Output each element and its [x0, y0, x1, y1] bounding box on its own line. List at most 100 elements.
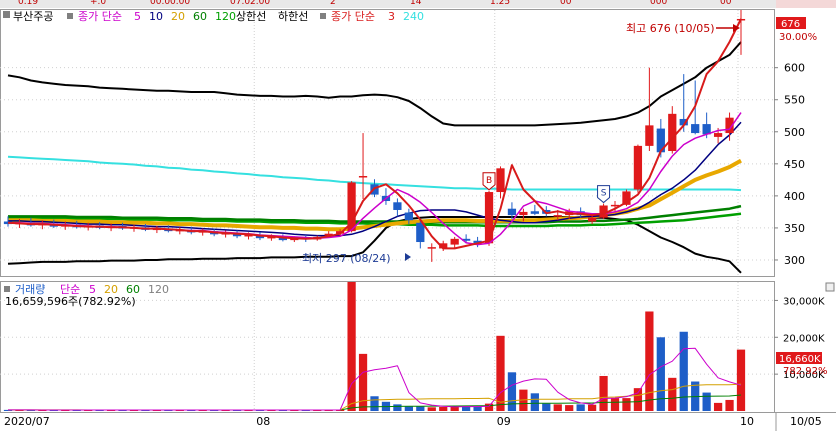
cursor-date: 10/05: [790, 415, 822, 428]
candlestick-chart[interactable]: 0.19+.000.00.0007.02.002141.250000000 12…: [0, 0, 836, 431]
candle-body: [530, 211, 539, 214]
date-label: 10: [740, 415, 754, 428]
volume-bar: [702, 392, 711, 411]
current-volume-badge: 16,660K 782.92%: [776, 352, 828, 377]
volume-bar: [725, 399, 734, 411]
volume-summary: 16,659,596주(782.92%): [5, 295, 136, 308]
volume-bar: [668, 377, 677, 411]
top-strip-value: 0.19: [18, 0, 38, 7]
volume-bar: [576, 404, 585, 411]
current-price-value: 676: [781, 19, 800, 30]
candle-body: [484, 192, 494, 244]
volume-bar: [416, 406, 425, 411]
volume-bar: [484, 403, 494, 411]
ma-period: 5: [134, 10, 141, 23]
high-label: 최고 676 (10/05): [626, 22, 715, 35]
date-label: 08: [256, 415, 270, 428]
price-tick-label: 350: [784, 222, 805, 235]
volume-bar: [599, 375, 608, 411]
candle-body: [645, 125, 654, 146]
legend-marker-icon: [67, 13, 73, 19]
stock-name[interactable]: 부산주공: [13, 10, 53, 23]
ma-group2-label[interactable]: 종가 단순: [331, 10, 375, 23]
candle-body: [496, 168, 505, 193]
price-tick-label: 400: [784, 190, 805, 203]
volume-tick-label: 30,000K: [783, 296, 825, 307]
ma-period: 240: [403, 10, 424, 23]
volume-bar: [622, 398, 631, 411]
volume-bar: [610, 398, 620, 411]
volume-bar: [679, 331, 688, 411]
candle-body: [633, 145, 643, 190]
volume-bar: [565, 405, 574, 411]
ma-period: 20: [171, 10, 185, 23]
price-pct-label: 30.00%: [779, 32, 817, 43]
volume-bar: [713, 402, 723, 411]
price-tick-label: 500: [784, 126, 805, 139]
top-strip-value: 000: [650, 0, 667, 7]
volume-bar: [633, 388, 643, 411]
price-tick-label: 600: [784, 62, 805, 75]
volume-bar: [358, 353, 368, 411]
volume-bar: [473, 406, 482, 411]
upper-limit-label[interactable]: 상한선: [236, 10, 266, 23]
volume-ma-period: 120: [148, 283, 169, 296]
lower-limit-label[interactable]: 하한선: [278, 9, 308, 23]
volume-bar: [370, 396, 379, 411]
buy-signal-label: B: [486, 176, 492, 186]
price-tick-label: 300: [784, 254, 805, 267]
candle-body: [668, 113, 677, 152]
candle-body: [713, 133, 723, 137]
ma-period: 120: [215, 10, 236, 23]
top-strip-value: 00.00.00: [150, 0, 190, 7]
legend-marker-icon: [3, 11, 10, 18]
ma-period: 10: [149, 10, 163, 23]
legend-marker-icon: [4, 286, 10, 292]
volume-tick-label: 20,000K: [783, 333, 825, 344]
volume-bar: [393, 404, 402, 411]
pane-settings-button[interactable]: [825, 282, 835, 292]
top-strip-value: 1.25: [490, 0, 510, 7]
volume-bar: [587, 404, 597, 411]
volume-bar: [507, 372, 517, 411]
volume-pct-label: 782.92%: [783, 366, 828, 377]
volume-bar: [496, 335, 505, 411]
price-tick-label: 550: [784, 94, 805, 107]
right-header-tab[interactable]: [776, 0, 836, 8]
top-strip-value: 14: [410, 0, 422, 7]
volume-bar: [553, 404, 562, 411]
candle-body: [553, 215, 562, 217]
volume-bar: [645, 311, 654, 411]
ma-period: 60: [193, 10, 207, 23]
ma-group1-label[interactable]: 종가 단순: [78, 10, 122, 23]
legend-marker-icon: [320, 13, 326, 19]
top-strip-value: +.0: [90, 0, 106, 7]
volume-bar: [427, 407, 436, 411]
date-label: 2020/07: [4, 415, 50, 428]
candle-body: [416, 222, 425, 243]
top-strip-value: 2: [330, 0, 336, 7]
current-volume-value: 16,660K: [779, 354, 821, 365]
candle-body: [358, 176, 368, 178]
candle-body: [427, 247, 436, 249]
volume-bar: [530, 393, 539, 411]
top-strip-value: 00: [560, 0, 572, 7]
price-tick-label: 450: [784, 158, 805, 171]
candle-body: [450, 238, 459, 245]
top-strip-value: 07.02.00: [230, 0, 270, 7]
volume-bar: [736, 349, 746, 411]
candle-body: [519, 211, 528, 216]
sell-signal-label: S: [601, 189, 607, 199]
candle-body: [507, 208, 517, 216]
volume-bar: [404, 406, 413, 411]
candle-body: [587, 217, 597, 222]
low-label: 최저 297 (08/24): [302, 252, 391, 265]
volume-bar: [439, 406, 448, 411]
candle-body: [691, 124, 700, 134]
candle-body: [404, 212, 413, 221]
date-label: 09: [497, 415, 511, 428]
ma-period: 3: [388, 10, 395, 23]
volume-bar: [656, 337, 665, 411]
volume-bar: [542, 403, 551, 411]
top-strip-value: 00: [720, 0, 732, 7]
